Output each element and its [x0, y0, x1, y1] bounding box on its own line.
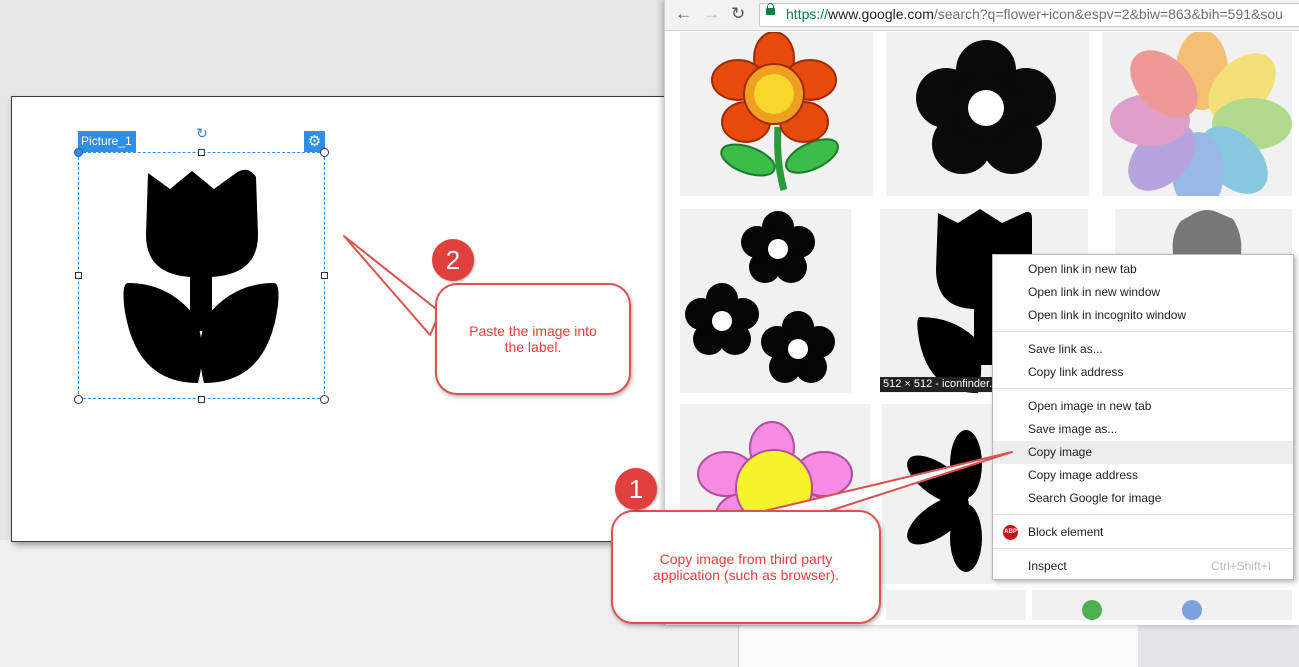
image-size-caption: 512 × 512 - iconfinder.c — [880, 377, 1001, 392]
inspect-shortcut: Ctrl+Shift+I — [1211, 559, 1272, 573]
step-2-badge: 2 — [432, 239, 474, 281]
menu-separator — [993, 388, 1293, 389]
resize-handle-bottom[interactable] — [198, 396, 205, 403]
grey-leaf-icon — [1172, 210, 1242, 254]
background-window-2 — [1138, 625, 1299, 667]
result-image-black-petals[interactable] — [882, 404, 992, 584]
address-bar[interactable]: https://www.google.com/search?q=flower+i… — [759, 3, 1299, 27]
menu-copy-image-address[interactable]: Copy image address — [993, 464, 1293, 487]
result-image-grey-leaf[interactable] — [1115, 209, 1292, 254]
menu-open-link-incognito[interactable]: Open link in incognito window — [993, 304, 1293, 327]
menu-copy-image[interactable]: Copy image — [993, 441, 1293, 464]
callout-copy-line2: application (such as browser). — [653, 567, 839, 583]
menu-block-element[interactable]: ABP Block element — [993, 521, 1293, 544]
result-image-orange-flower[interactable] — [680, 32, 873, 196]
browser-toolbar: ← → ↻ https://www.google.com/search?q=fl… — [665, 0, 1299, 31]
resize-handle-bottom-right[interactable] — [320, 395, 329, 404]
result-image-photos-flower[interactable] — [1102, 32, 1292, 196]
abp-icon: ABP — [1003, 525, 1018, 540]
background-window — [738, 625, 1139, 667]
result-image-row-4-b[interactable] — [1032, 590, 1292, 620]
result-image-black-flower[interactable] — [886, 32, 1089, 196]
menu-open-image-new-tab[interactable]: Open image in new tab — [993, 395, 1293, 418]
menu-open-link-new-tab[interactable]: Open link in new tab — [993, 258, 1293, 281]
callout-copy-bubble: Copy image from third party application (… — [611, 510, 881, 624]
photos-flower-icon — [1110, 32, 1292, 196]
resize-handle-right[interactable] — [321, 272, 328, 279]
menu-separator — [993, 548, 1293, 549]
step-1-badge: 1 — [615, 468, 657, 510]
menu-search-google-for-image[interactable]: Search Google for image — [993, 487, 1293, 510]
tulip-image — [123, 169, 279, 383]
menu-separator — [993, 514, 1293, 515]
resize-handle-bottom-left[interactable] — [74, 395, 83, 404]
menu-copy-link-address[interactable]: Copy link address — [993, 361, 1293, 384]
black-petals-icon — [907, 430, 982, 572]
lock-icon — [766, 3, 775, 15]
forward-icon[interactable]: → — [703, 5, 720, 23]
menu-open-link-new-window[interactable]: Open link in new window — [993, 281, 1293, 304]
menu-inspect[interactable]: Inspect Ctrl+Shift+I — [993, 555, 1293, 578]
menu-save-link-as[interactable]: Save link as... — [993, 338, 1293, 361]
url-text: https://www.google.com/search?q=flower+i… — [786, 6, 1283, 22]
resize-handle-top-left[interactable] — [74, 148, 83, 157]
orange-flower-icon — [711, 32, 839, 191]
context-menu: Open link in new tab Open link in new wi… — [992, 254, 1294, 580]
resize-handle-top-right[interactable] — [320, 148, 329, 157]
three-flowers-icon — [685, 211, 835, 383]
callout-paste-line1: Paste the image into — [469, 323, 597, 339]
resize-handle-left[interactable] — [75, 272, 82, 279]
back-icon[interactable]: ← — [675, 5, 692, 23]
menu-save-image-as[interactable]: Save image as... — [993, 418, 1293, 441]
callout-copy-line1: Copy image from third party — [659, 551, 833, 567]
result-image-row-4-a[interactable] — [886, 590, 1026, 620]
reload-icon[interactable]: ↻ — [731, 5, 745, 23]
callout-paste-line2: the label. — [504, 339, 562, 355]
callout-paste-bubble: Paste the image into the label. — [435, 283, 631, 395]
black-flower-icon — [916, 40, 1056, 174]
partial-images-icon — [1082, 600, 1202, 620]
result-image-three-flowers[interactable] — [680, 209, 851, 393]
picture-name-label[interactable]: Picture_1 — [78, 131, 136, 152]
rotate-icon[interactable]: ↻ — [195, 126, 209, 140]
menu-separator — [993, 331, 1293, 332]
resize-handle-top[interactable] — [198, 149, 205, 156]
